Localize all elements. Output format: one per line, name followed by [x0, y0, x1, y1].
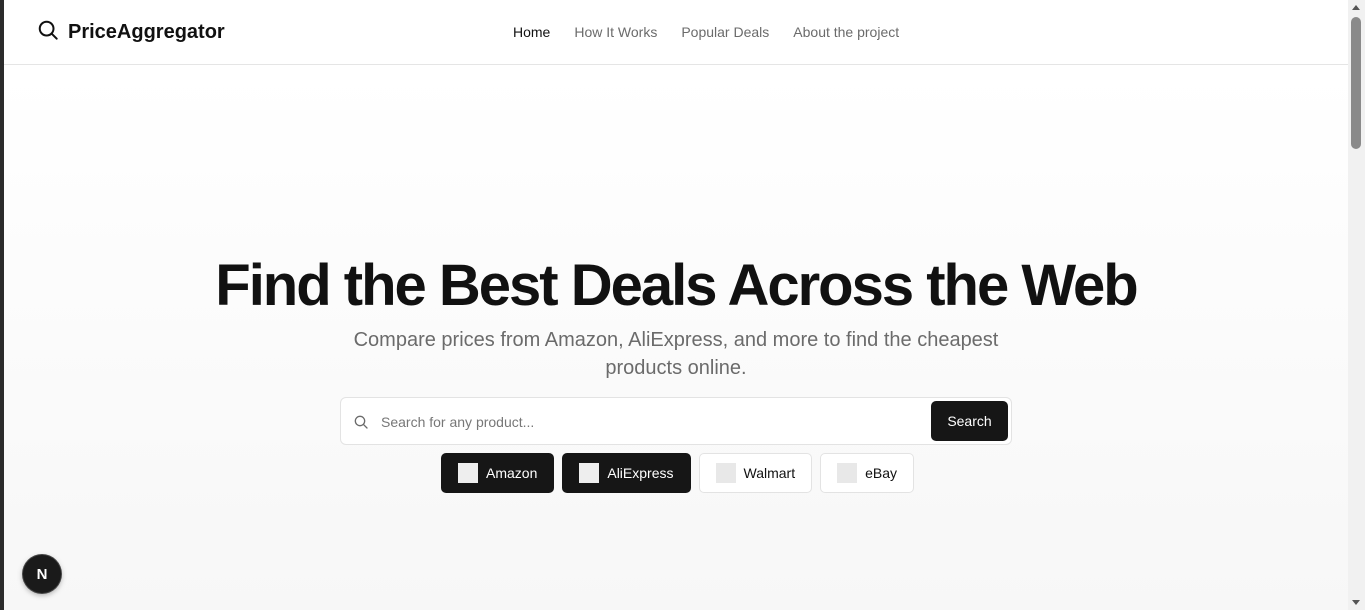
- main-nav: Home How It Works Popular Deals About th…: [513, 24, 899, 40]
- search-button[interactable]: Search: [931, 401, 1008, 441]
- aliexpress-logo-icon: [579, 463, 600, 483]
- hero-subtitle: Compare prices from Amazon, AliExpress, …: [353, 329, 999, 379]
- site-header: PriceAggregator Home How It Works Popula…: [4, 0, 1348, 65]
- scroll-up-arrow-icon[interactable]: [1352, 5, 1360, 10]
- store-label: AliExpress: [607, 465, 674, 481]
- walmart-logo-icon: [715, 463, 736, 483]
- nav-how-it-works[interactable]: How It Works: [574, 24, 657, 40]
- search-icon: [37, 19, 59, 46]
- search-input[interactable]: [381, 410, 921, 434]
- store-label: Amazon: [486, 465, 538, 481]
- scrollbar-thumb[interactable]: [1351, 17, 1361, 149]
- brand-logo[interactable]: PriceAggregator: [37, 19, 225, 46]
- store-label: eBay: [865, 465, 898, 481]
- nav-about[interactable]: About the project: [793, 24, 899, 40]
- nav-home[interactable]: Home: [513, 24, 550, 40]
- search-bar: Search: [340, 397, 1012, 445]
- brand-name: PriceAggregator: [68, 21, 225, 43]
- ebay-logo-icon: [837, 463, 858, 483]
- amazon-logo-icon: [458, 463, 478, 483]
- nextjs-dev-badge[interactable]: N: [23, 555, 61, 593]
- scroll-down-arrow-icon[interactable]: [1352, 600, 1360, 605]
- store-toggle-walmart[interactable]: Walmart: [698, 453, 813, 493]
- hero-title: Find the Best Deals Across the Web: [215, 253, 1138, 318]
- store-label: Walmart: [743, 465, 796, 481]
- page: PriceAggregator Home How It Works Popula…: [4, 0, 1348, 610]
- store-filter: Amazon AliExpress Walmart eBay: [441, 453, 915, 493]
- nav-popular-deals[interactable]: Popular Deals: [681, 24, 769, 40]
- nextjs-logo-icon: N: [36, 565, 48, 583]
- vertical-scrollbar[interactable]: [1348, 0, 1365, 610]
- search-icon: [353, 414, 369, 430]
- store-toggle-amazon[interactable]: Amazon: [441, 453, 555, 493]
- store-toggle-ebay[interactable]: eBay: [820, 453, 915, 493]
- store-toggle-aliexpress[interactable]: AliExpress: [562, 453, 691, 493]
